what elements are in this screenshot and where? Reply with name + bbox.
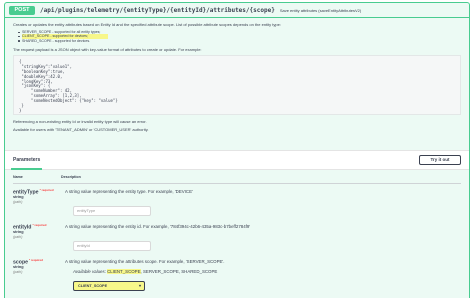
payload-note: The request payload is a JSON object wit… bbox=[13, 46, 202, 52]
operation-summary-text: Save entity attributes (saveEntityAttrib… bbox=[279, 7, 362, 13]
endpoint-path: /api/plugins/telemetry/{entityType}/{ent… bbox=[40, 6, 275, 14]
entity-id-input[interactable]: entityId bbox=[73, 241, 151, 251]
parameter-type: string bbox=[13, 195, 24, 199]
parameter-row-entitytype: entityType * required string (path) A str… bbox=[13, 184, 461, 219]
operation-description: Creates or updates the entity attributes… bbox=[5, 18, 469, 132]
column-header-description: Description bbox=[61, 174, 81, 179]
available-values-label: Available values bbox=[73, 269, 105, 274]
parameter-location: (path) bbox=[13, 200, 23, 204]
parameters-table: Name Description entityType * required st… bbox=[5, 170, 469, 298]
required-marker: * required bbox=[32, 223, 47, 227]
error-note: Referencing a non-existing entity Id or … bbox=[13, 118, 147, 124]
scope-list: SERVER_SCOPE - supported for all entity … bbox=[18, 30, 461, 43]
scope-select-value: CLIENT_SCOPE bbox=[78, 284, 108, 288]
chevron-down-icon: ▾ bbox=[138, 283, 141, 288]
method-badge: POST bbox=[9, 5, 35, 15]
required-marker: * required bbox=[39, 188, 54, 192]
parameters-tab[interactable]: Parameters bbox=[10, 157, 43, 170]
available-values: Available values: CLIENT_SCOPE, SERVER_S… bbox=[73, 269, 218, 274]
parameter-location: (path) bbox=[13, 235, 23, 239]
description-intro: Creates or updates the entity attributes… bbox=[13, 22, 281, 27]
parameter-row-scope: scope* required string (path) A string v… bbox=[13, 254, 461, 291]
try-it-out-button[interactable]: Try it out bbox=[419, 155, 461, 165]
parameter-description: A string value representing the entity i… bbox=[65, 224, 251, 229]
parameter-type: string bbox=[13, 230, 24, 234]
available-value-highlighted: CLIENT_SCOPE bbox=[107, 269, 141, 274]
scope-list-item: SHARED_SCOPE - supported for devices. bbox=[18, 39, 461, 43]
parameter-location: (path) bbox=[13, 270, 23, 274]
parameter-type: string bbox=[13, 265, 24, 269]
parameters-table-header: Name Description bbox=[13, 170, 461, 184]
required-marker: * required bbox=[29, 258, 44, 262]
example-json-code: { "stringKey":"value1", "booleanKey":tru… bbox=[13, 54, 461, 115]
parameter-description: A string value representing the attribut… bbox=[65, 259, 225, 264]
parameters-header: Parameters Try it out bbox=[5, 150, 469, 170]
entity-type-input[interactable]: entityType bbox=[73, 206, 151, 216]
operation-block: POST /api/plugins/telemetry/{entityType}… bbox=[4, 2, 470, 298]
parameter-row-entityid: entityId * required string (path) A strin… bbox=[13, 219, 461, 254]
code-line: } bbox=[19, 107, 22, 113]
parameter-description: A string value representing the entity t… bbox=[65, 189, 193, 194]
available-values-rest: , SERVER_SCOPE, SHARED_SCOPE bbox=[140, 269, 218, 274]
column-header-name: Name bbox=[13, 174, 23, 179]
scope-select[interactable]: CLIENT_SCOPE ▾ bbox=[73, 281, 145, 291]
operation-summary[interactable]: POST /api/plugins/telemetry/{entityType}… bbox=[5, 3, 469, 18]
authority-note: Available for users with 'TENANT_ADMIN' … bbox=[13, 126, 149, 132]
